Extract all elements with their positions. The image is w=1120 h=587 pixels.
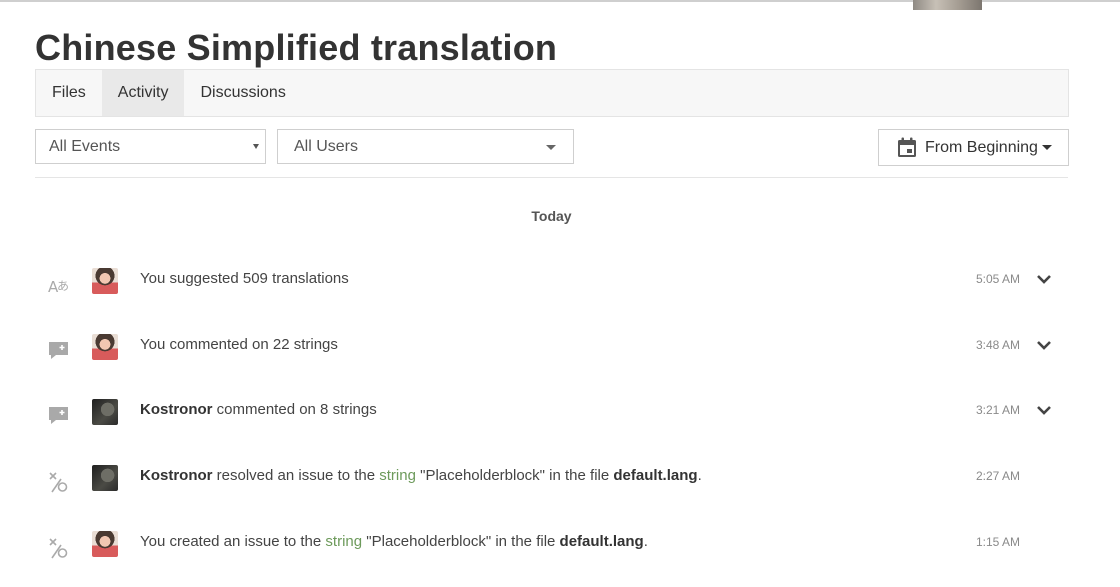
day-header: Today bbox=[531, 208, 572, 224]
events-select-value: All Events bbox=[49, 138, 121, 155]
activity-description: You created an issue to the bbox=[140, 533, 326, 550]
date-range-button[interactable]: From Beginning bbox=[878, 129, 1069, 166]
user-avatar[interactable] bbox=[92, 268, 118, 294]
activity-item: Kostronor resolved an issue to the strin… bbox=[0, 463, 1120, 503]
string-link[interactable]: string bbox=[379, 467, 416, 484]
activity-item: You created an issue to the string "Plac… bbox=[0, 529, 1120, 569]
tab-activity[interactable]: Activity bbox=[101, 70, 185, 116]
user-avatar[interactable] bbox=[92, 465, 118, 491]
activity-description: . bbox=[643, 533, 648, 550]
activity-text: Kostronor resolved an issue to the strin… bbox=[140, 467, 702, 484]
file-link[interactable]: default.lang bbox=[613, 467, 697, 484]
activity-description: You commented on 22 strings bbox=[140, 336, 338, 353]
string-link[interactable]: string bbox=[325, 533, 362, 550]
activity-description: commented on 8 strings bbox=[212, 401, 377, 418]
activity-description: "Placeholderblock" in the file bbox=[415, 467, 614, 484]
activity-text: You commented on 22 strings bbox=[140, 336, 338, 353]
activity-description: "Placeholderblock" in the file bbox=[362, 533, 560, 550]
user-avatar[interactable] bbox=[92, 531, 118, 557]
activity-text: You created an issue to the string "Plac… bbox=[140, 533, 648, 550]
date-range-label: From Beginning bbox=[925, 139, 1038, 156]
comment-icon bbox=[47, 404, 71, 428]
svg-text:あ: あ bbox=[57, 279, 69, 293]
issue-icon bbox=[47, 470, 71, 494]
issue-icon bbox=[47, 536, 71, 560]
activity-item: You commented on 22 strings 3:48 AM bbox=[0, 332, 1120, 372]
activity-text: Kostronor commented on 8 strings bbox=[140, 401, 377, 418]
events-select[interactable]: All Events bbox=[35, 129, 266, 164]
activity-time: 1:15 AM bbox=[976, 535, 1021, 549]
activity-time: 3:48 AM bbox=[976, 338, 1021, 352]
account-avatar[interactable] bbox=[913, 0, 982, 10]
activity-text: You suggested 509 translations bbox=[140, 270, 349, 287]
user-link[interactable]: Kostronor bbox=[140, 467, 213, 484]
activity-description: . bbox=[697, 467, 702, 484]
tab-files[interactable]: Files bbox=[36, 70, 102, 116]
caret-down-icon bbox=[1042, 145, 1052, 150]
users-select-value: All Users bbox=[294, 138, 359, 155]
comment-icon bbox=[47, 339, 71, 363]
caret-down-icon bbox=[253, 144, 259, 149]
tab-bar: Files Activity Discussions bbox=[35, 69, 1069, 117]
page-title: Chinese Simplified translation bbox=[35, 27, 558, 69]
activity-item: A あ You suggested 509 translations 5:05 AM bbox=[0, 266, 1120, 306]
file-link[interactable]: default.lang bbox=[560, 533, 644, 550]
activity-time: 2:27 AM bbox=[976, 469, 1021, 483]
expand-chevron-icon[interactable] bbox=[1035, 403, 1053, 417]
expand-chevron-icon[interactable] bbox=[1035, 272, 1053, 286]
activity-time: 5:05 AM bbox=[976, 272, 1021, 286]
activity-time: 3:21 AM bbox=[976, 403, 1021, 417]
activity-description: You suggested 509 translations bbox=[140, 270, 349, 287]
translate-icon: Aあ bbox=[47, 273, 71, 297]
user-avatar[interactable] bbox=[92, 399, 118, 425]
activity-description: resolved an issue to the bbox=[212, 467, 380, 484]
tab-discussions[interactable]: Discussions bbox=[184, 70, 301, 116]
activity-item: Kostronor commented on 8 strings 3:21 AM bbox=[0, 397, 1120, 437]
user-link[interactable]: Kostronor bbox=[140, 401, 213, 418]
calendar-icon bbox=[898, 137, 916, 157]
user-avatar[interactable] bbox=[92, 334, 118, 360]
users-select[interactable]: All Users bbox=[277, 129, 574, 164]
chevron-down-icon bbox=[546, 145, 556, 150]
filter-divider bbox=[35, 177, 1068, 178]
expand-chevron-icon[interactable] bbox=[1035, 338, 1053, 352]
